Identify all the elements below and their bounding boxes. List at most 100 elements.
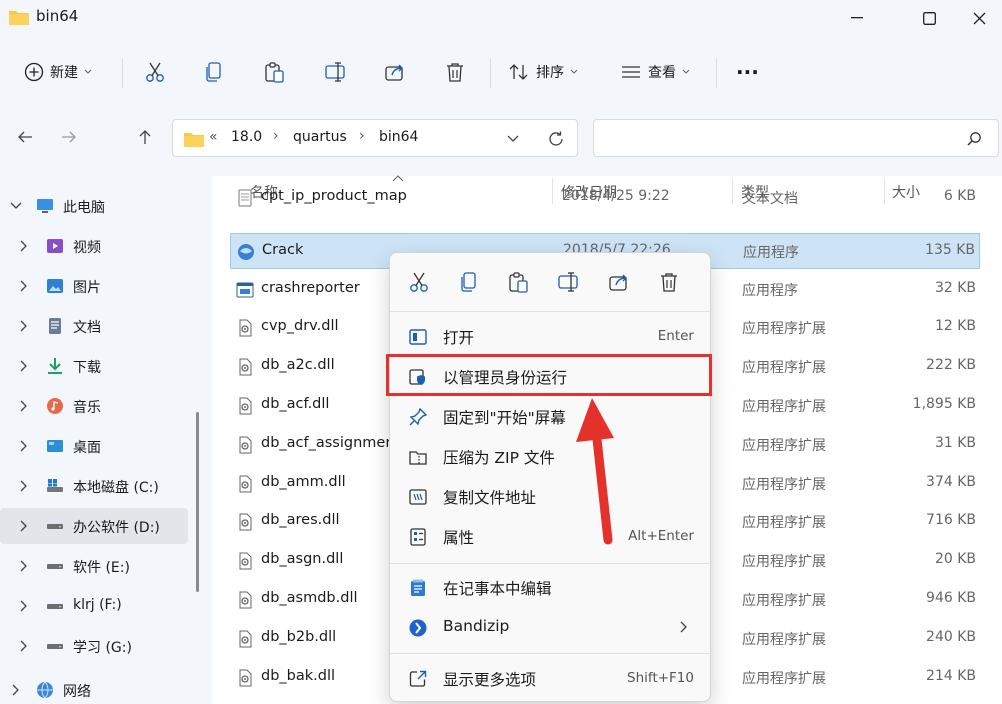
file-name: db_amm.dll (261, 473, 346, 490)
maximize-icon (922, 11, 936, 25)
menu-item-pin-to-start[interactable]: 固定到"开始"屏幕 (396, 397, 704, 435)
file-name: crashreporter (261, 279, 360, 296)
file-type: 应用程序扩展 (742, 554, 826, 571)
chevron-right-icon[interactable] (18, 400, 30, 412)
external-link-icon (409, 670, 427, 687)
context-cut-button[interactable] (406, 269, 432, 295)
back-button[interactable] (10, 122, 40, 152)
scrollbar[interactable] (196, 412, 199, 592)
sort-button[interactable]: 排序 (508, 56, 578, 88)
chevron-right-icon[interactable] (18, 320, 30, 332)
view-list-icon (622, 66, 640, 78)
chevron-down-icon[interactable] (10, 200, 22, 212)
sidebar-item[interactable]: 学习 (G:) (0, 628, 188, 664)
highlight-box (386, 354, 712, 396)
sidebar-item[interactable]: 图片 (0, 268, 188, 304)
dll-file-icon (236, 475, 254, 493)
chevron-right-icon[interactable] (18, 480, 30, 492)
folder-icon (184, 133, 204, 147)
breadcrumb-overflow[interactable]: « (209, 129, 218, 145)
chevron-right-icon[interactable] (18, 560, 30, 572)
file-size: 31 KB (934, 434, 976, 451)
rename-button[interactable] (324, 56, 348, 88)
share-icon (609, 274, 627, 291)
paste-icon (509, 272, 528, 293)
chevron-right-icon[interactable] (18, 360, 30, 372)
menu-item-edit-notepad[interactable]: 在记事本中编辑 (396, 568, 704, 606)
navigation-pane: 此电脑视频图片文档下载音乐桌面本地磁盘 (C:) 办公软件 (D:) 软件 (E:)… (0, 176, 200, 704)
context-share-button[interactable] (606, 269, 632, 295)
music-folder-icon (46, 397, 64, 415)
command-bar: 新建 排序 查看 ··· (0, 46, 1002, 98)
paste-button[interactable] (264, 56, 286, 88)
share-button[interactable] (384, 56, 406, 88)
menu-item-shortcut: Shift+F10 (627, 670, 694, 686)
file-date: 2018/4/25 9:22 (562, 188, 670, 204)
view-button[interactable]: 查看 (620, 56, 690, 88)
menu-item-bandizip[interactable]: Bandizip (396, 608, 704, 646)
refresh-icon[interactable] (547, 130, 565, 148)
desktop-folder-icon (46, 437, 64, 455)
chevron-down-icon[interactable] (507, 135, 519, 143)
drive-icon (46, 517, 64, 535)
maximize-button[interactable] (906, 0, 952, 36)
breadcrumb-item[interactable]: quartus (293, 129, 347, 145)
context-copy-button[interactable] (456, 269, 482, 295)
breadcrumb-item[interactable]: 18.0 (231, 129, 262, 145)
title-bar: bin64 (0, 0, 1002, 36)
menu-item-compress-zip[interactable]: 压缩为 ZIP 文件 (396, 437, 704, 475)
chevron-right-icon[interactable] (18, 280, 30, 292)
up-button[interactable] (130, 122, 160, 152)
sidebar-item[interactable]: 办公软件 (D:) (0, 508, 188, 544)
chevron-right-icon[interactable] (10, 684, 22, 696)
context-rename-button[interactable] (556, 269, 582, 295)
copy-button[interactable] (204, 56, 224, 88)
sidebar-item[interactable]: 软件 (E:) (0, 548, 188, 584)
minimize-button[interactable] (834, 0, 880, 36)
menu-item-properties[interactable]: 属性 Alt+Enter (396, 517, 704, 555)
chevron-down-icon (682, 69, 690, 74)
sidebar-item-label: 本地磁盘 (C:) (73, 480, 159, 496)
close-button[interactable] (956, 0, 1002, 36)
sidebar-item-label: 网络 (63, 684, 91, 700)
context-delete-button[interactable] (656, 269, 682, 295)
sidebar-item[interactable]: 网络 (0, 672, 188, 704)
sidebar-item[interactable]: 本地磁盘 (C:) (0, 468, 188, 504)
sidebar-item[interactable]: klrj (F:) (0, 588, 188, 624)
menu-item-open[interactable]: 打开 Enter (396, 317, 704, 355)
menu-item-show-more-options[interactable]: 显示更多选项 Shift+F10 (396, 659, 704, 697)
file-size: 716 KB (926, 512, 976, 529)
exe-file-icon (236, 281, 254, 299)
sidebar-item[interactable]: 桌面 (0, 428, 188, 464)
chevron-right-icon[interactable] (18, 640, 30, 652)
sidebar-item[interactable]: 此电脑 (0, 188, 188, 224)
sidebar-item[interactable]: 文档 (0, 308, 188, 344)
drive-icon (46, 597, 64, 615)
address-bar[interactable]: « 18.0 › quartus › bin64 (172, 119, 578, 157)
menu-item-copy-path[interactable]: 复制文件地址 (396, 477, 704, 515)
rename-icon (558, 272, 578, 292)
chevron-right-icon[interactable] (18, 520, 30, 532)
menu-item-label: 显示更多选项 (443, 671, 537, 689)
sidebar-item[interactable]: 视频 (0, 228, 188, 264)
sidebar-item[interactable]: 下载 (0, 348, 188, 384)
more-options-button[interactable]: ··· (736, 56, 759, 88)
search-input[interactable] (593, 119, 999, 157)
context-paste-button[interactable] (506, 269, 532, 295)
chevron-right-icon[interactable] (18, 600, 30, 612)
cut-button[interactable] (144, 56, 166, 88)
file-size: 6 KB (943, 188, 976, 204)
new-button[interactable]: 新建 (24, 56, 92, 88)
network-icon (36, 681, 54, 699)
menu-item-label: 属性 (443, 529, 475, 547)
chevron-right-icon[interactable] (18, 440, 30, 452)
chevron-right-icon[interactable] (18, 240, 30, 252)
context-menu: 打开 Enter 以管理员身份运行 固定到"开始"屏幕 压缩为 ZIP 文件 复… (389, 252, 711, 702)
file-row[interactable]: cpt_ip_product_map 2018/4/25 9:22 文本文档 6 KB (230, 186, 980, 212)
breadcrumb-item[interactable]: bin64 (379, 129, 418, 145)
sidebar-item-label: 学习 (G:) (73, 640, 132, 656)
forward-button[interactable] (54, 122, 84, 152)
sidebar-item[interactable]: 音乐 (0, 388, 188, 424)
documents-folder-icon (46, 317, 64, 335)
delete-button[interactable] (444, 56, 466, 88)
